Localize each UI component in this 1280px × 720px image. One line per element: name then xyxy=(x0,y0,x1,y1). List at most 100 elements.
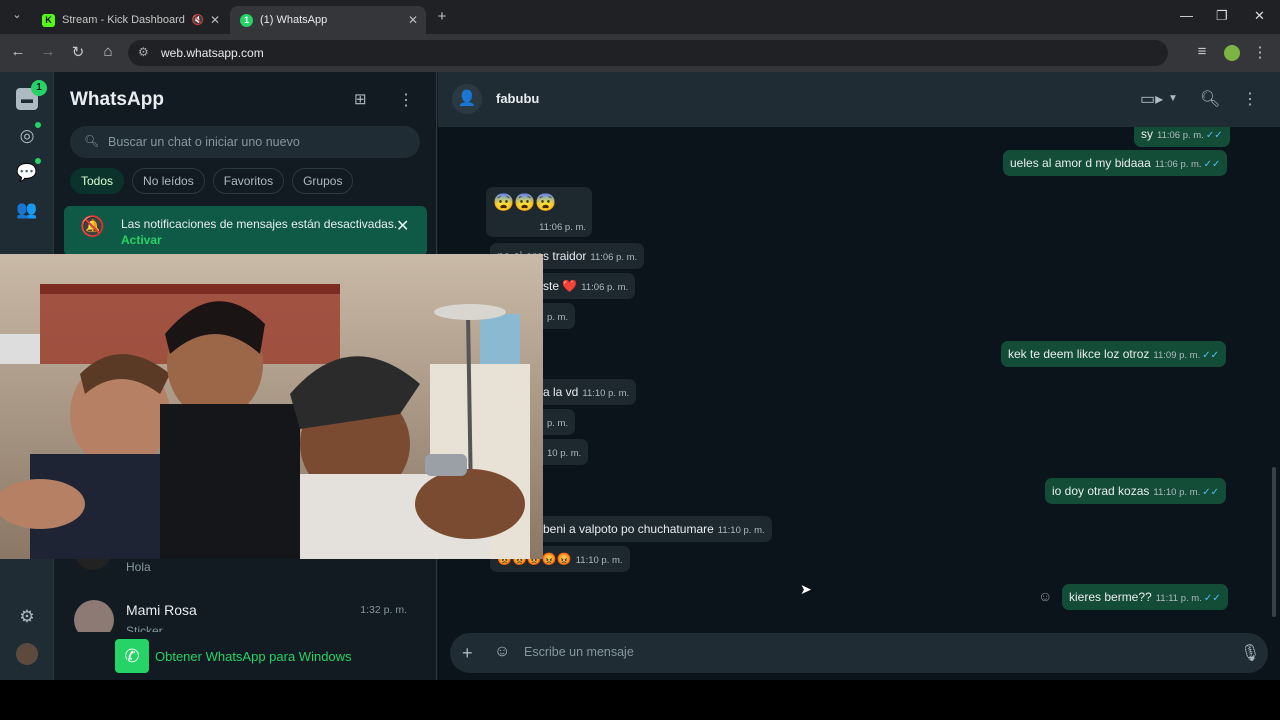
message-time: 11:10 p. m. xyxy=(575,555,623,566)
activate-link[interactable]: Activar xyxy=(121,233,162,247)
bell-off-icon: 🔕 xyxy=(80,216,105,238)
maximize-icon[interactable]: ❐ xyxy=(1216,8,1228,24)
message-list: sy 11:06 p. m. ✓✓ ueles al amor d my bidaa… xyxy=(438,127,1280,625)
profile-photo[interactable] xyxy=(16,643,38,665)
outgoing-message[interactable]: kek te deem likce loz otroz 11:09 p. m. ✓✓ xyxy=(1001,341,1226,367)
message-text: ueles al amor d my bidaaa xyxy=(1010,156,1151,170)
get-windows-app-link[interactable]: ✆ Obtener WhatsApp para Windows xyxy=(115,639,352,673)
composer: + ☺ Escribe un mensaje 🎙 xyxy=(438,625,1280,680)
chevron-down-icon[interactable]: ▼ xyxy=(1168,93,1178,104)
incoming-message[interactable]: beni a valpoto po chuchatumare 11:10 p. m… xyxy=(536,516,772,542)
minimize-icon[interactable]: — xyxy=(1180,8,1193,23)
notifications-banner: 🔕 Las notificaciones de mensajes están d… xyxy=(64,206,427,256)
mouse-cursor-icon: ➤ xyxy=(800,581,812,597)
message-time: 11:10 p. m. xyxy=(582,388,630,399)
incoming-message[interactable]: 😨😨😨 11:06 p. m. xyxy=(486,187,592,237)
search-icon: 🔍︎ xyxy=(84,134,100,148)
read-ticks-icon: ✓✓ xyxy=(1203,593,1221,604)
contact-name[interactable]: fabubu xyxy=(496,91,539,106)
tab-whatsapp[interactable]: 1 (1) WhatsApp ✕ xyxy=(230,6,426,34)
close-tab-icon[interactable]: ✕ xyxy=(408,13,418,27)
get-app-label: Obtener WhatsApp para Windows xyxy=(155,648,352,664)
filter-unread[interactable]: No leídos xyxy=(132,168,205,194)
tab-search-icon[interactable]: ⌄ xyxy=(7,8,27,21)
new-chat-icon[interactable]: ⊞ xyxy=(354,90,367,108)
message-time: 11:06 p. m. xyxy=(539,222,586,233)
filter-all[interactable]: Todos xyxy=(70,168,125,194)
video-call-icon[interactable]: ▭▸ xyxy=(1140,89,1163,109)
muted-audio-icon[interactable]: 🔇 xyxy=(192,15,204,26)
communities-icon[interactable]: 👥 xyxy=(16,199,38,221)
menu-icon[interactable]: ⋮ xyxy=(1242,89,1258,109)
outgoing-message[interactable]: sy 11:06 p. m. ✓✓ xyxy=(1134,127,1230,147)
incoming-message[interactable]: a la vd 11:10 p. m. xyxy=(536,379,637,405)
forward-icon[interactable]: → xyxy=(38,43,58,60)
browser-menu-icon[interactable]: ⋮ xyxy=(1250,43,1270,61)
filter-favorites[interactable]: Favoritos xyxy=(212,168,285,194)
message-text: sy xyxy=(1141,127,1153,141)
webcam-overlay xyxy=(0,254,543,559)
menu-icon[interactable]: ⋮ xyxy=(398,90,414,110)
message-time: 11:11 p. m. xyxy=(1155,593,1202,604)
url-text: web.whatsapp.com xyxy=(161,46,264,60)
message-time: 11:10 p. m. xyxy=(1153,487,1201,498)
chat-list-item[interactable]: Mami Rosa Sticker 1:32 p. m. xyxy=(54,598,437,632)
whatsapp-favicon-icon: 1 xyxy=(240,13,253,27)
read-ticks-icon: ✓✓ xyxy=(1202,350,1219,361)
status-dot xyxy=(35,122,41,128)
attach-plus-icon[interactable]: + xyxy=(462,643,473,664)
message-text: kieres berme?? xyxy=(1069,590,1152,604)
filter-groups[interactable]: Grupos xyxy=(292,168,354,194)
tab-kick-dashboard[interactable]: K Stream - Kick Dashboard 🔇 ✕ xyxy=(32,6,228,34)
message-time: 11:06 p. m. xyxy=(581,282,629,293)
search-input[interactable]: 🔍︎ Buscar un chat o iniciar uno nuevo xyxy=(70,126,420,158)
search-placeholder: Buscar un chat o iniciar uno nuevo xyxy=(108,135,300,149)
message-input[interactable]: + ☺ Escribe un mensaje 🎙 xyxy=(450,633,1268,673)
reload-icon[interactable]: ↻ xyxy=(68,43,88,61)
outgoing-message[interactable]: io doy otrad kozas 11:10 p. m. ✓✓ xyxy=(1045,478,1226,504)
site-info-icon[interactable]: ⚙ xyxy=(138,45,149,59)
message-text: ste ❤️ xyxy=(543,279,578,293)
contact-avatar xyxy=(74,600,114,632)
address-bar[interactable]: ⚙ web.whatsapp.com xyxy=(128,40,1168,66)
message-time: 11:10 p. m. xyxy=(717,525,765,536)
sticker-icon[interactable]: ☺ xyxy=(494,643,510,661)
new-tab-icon[interactable]: + xyxy=(432,8,452,25)
status-icon[interactable]: ◎ xyxy=(16,125,38,147)
message-time: p. m. xyxy=(547,418,569,429)
profile-avatar[interactable] xyxy=(1224,45,1240,61)
microphone-icon[interactable]: 🎙 xyxy=(1240,643,1260,663)
close-window-icon[interactable]: ✕ xyxy=(1254,8,1265,24)
read-ticks-icon: ✓✓ xyxy=(1203,159,1221,170)
message-text: a la vd xyxy=(543,385,579,399)
channels-icon[interactable]: 💬 xyxy=(16,162,38,184)
contact-avatar-icon[interactable]: 👤 xyxy=(452,84,482,114)
media-control-icon[interactable]: ≡ xyxy=(1192,43,1212,60)
outgoing-message[interactable]: ueles al amor d my bidaaa 11:06 p. m. ✓✓ xyxy=(1003,150,1228,176)
read-ticks-icon: ✓✓ xyxy=(1205,130,1223,141)
back-icon[interactable]: ← xyxy=(8,43,28,60)
message-text: beni a valpoto po chuchatumare xyxy=(543,522,714,536)
tab-label: Stream - Kick Dashboard xyxy=(62,14,185,26)
chat-time: 1:32 p. m. xyxy=(360,604,407,616)
tab-label: (1) WhatsApp xyxy=(260,14,328,26)
scrollbar[interactable] xyxy=(1272,467,1276,617)
chat-name: Mami Rosa xyxy=(126,602,197,618)
react-emoji-icon[interactable]: ☺ xyxy=(1038,588,1052,604)
settings-gear-icon[interactable]: ⚙ xyxy=(16,606,38,628)
conversation-pane: 👤 fabubu ▭▸ ▼ 🔍︎ ⋮ sy 11:06 p. m. ✓✓ ueles… xyxy=(438,72,1280,680)
outgoing-message[interactable]: kieres berme?? 11:11 p. m. ✓✓ xyxy=(1062,584,1228,610)
search-icon[interactable]: 🔍︎ xyxy=(1200,89,1220,109)
webcam-feed-image xyxy=(0,254,543,559)
message-text: 😨😨😨 xyxy=(493,193,557,212)
message-text: io doy otrad kozas xyxy=(1052,484,1150,498)
chat-preview: Sticker xyxy=(126,624,163,632)
incoming-message[interactable]: 10 p. m. xyxy=(536,439,589,465)
incoming-message[interactable]: ste ❤️ 11:06 p. m. xyxy=(536,273,636,299)
message-text: kek te deem likce loz otroz xyxy=(1008,347,1150,361)
home-icon[interactable]: ⌂ xyxy=(98,43,118,60)
message-time: 10 p. m. xyxy=(547,448,582,459)
close-banner-icon[interactable]: ✕ xyxy=(396,219,409,235)
close-tab-icon[interactable]: ✕ xyxy=(210,13,220,27)
unread-badge: 1 xyxy=(31,80,47,96)
